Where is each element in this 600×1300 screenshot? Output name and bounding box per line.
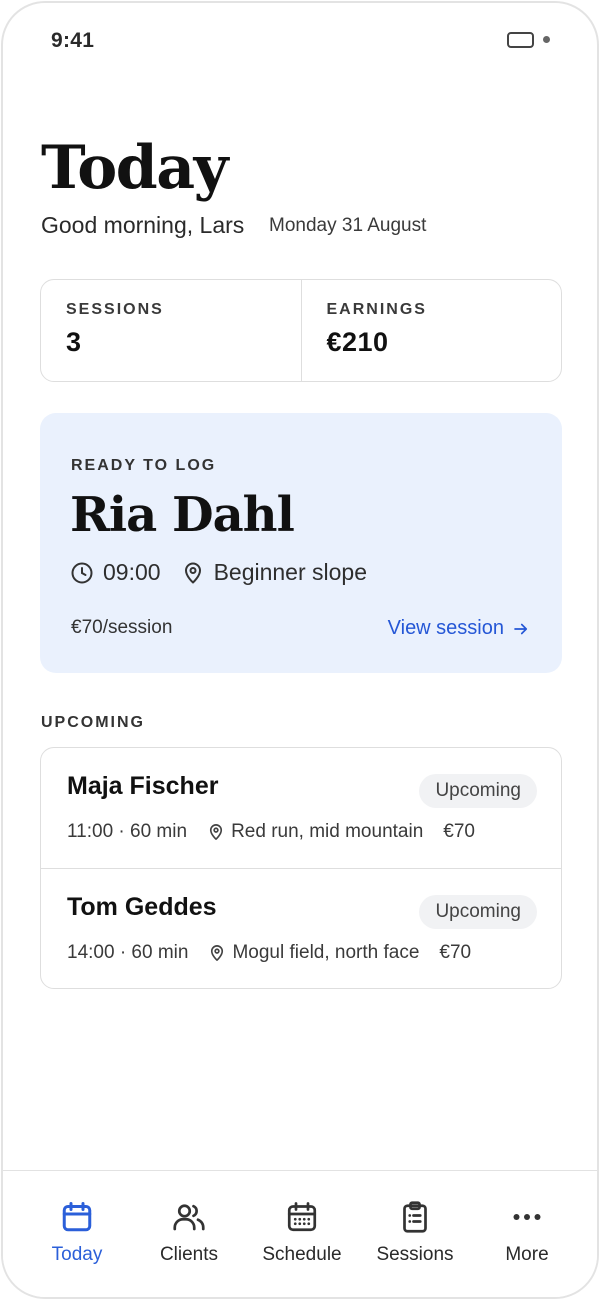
session-time: 11:00 · 60 min: [67, 821, 188, 842]
calendar-icon: [62, 1202, 92, 1232]
session-price: €70: [443, 821, 475, 842]
tab-today[interactable]: Today: [22, 1199, 132, 1266]
tab-label: Sessions: [376, 1244, 454, 1265]
ready-rate: €70/session: [71, 617, 173, 638]
battery-icon: [507, 32, 534, 48]
date-label: Monday 31 August: [269, 215, 427, 236]
client-name: Maja Fischer: [67, 772, 219, 800]
session-location: Red run, mid mountain: [231, 821, 424, 842]
stat-sessions: SESSIONS 3: [41, 280, 301, 381]
location-pin-icon: [184, 562, 201, 583]
stat-label: SESSIONS: [66, 301, 164, 318]
indicator-dot-icon: [543, 36, 550, 43]
stat-earnings: EARNINGS €210: [300, 280, 562, 381]
tab-schedule[interactable]: Schedule: [247, 1199, 357, 1266]
client-name: Tom Geddes: [67, 893, 217, 921]
list-item[interactable]: Maja Fischer Upcoming 11:00 · 60 min Red…: [41, 748, 561, 868]
phone-frame: 9:41 Today Good morning, Lars Monday 31 …: [1, 1, 599, 1299]
tab-label: Clients: [159, 1244, 219, 1265]
ready-client-name: Ria Dahl: [70, 487, 295, 543]
ready-meta: 09:00 Beginner slope: [70, 559, 367, 586]
calendar-grid-icon: [287, 1202, 317, 1232]
list-item[interactable]: Tom Geddes Upcoming 14:00 · 60 min Mogul…: [41, 868, 561, 988]
upcoming-list: Maja Fischer Upcoming 11:00 · 60 min Red…: [40, 747, 562, 989]
tab-clients[interactable]: Clients: [134, 1199, 244, 1266]
tab-label: Schedule: [262, 1244, 342, 1265]
stat-label: EARNINGS: [326, 301, 427, 318]
ready-location: Beginner slope: [213, 559, 368, 585]
ready-to-log-card[interactable]: READY TO LOG Ria Dahl 09:00 Beginner slo…: [40, 413, 562, 673]
view-session-label: View session: [387, 617, 504, 639]
tab-label: Today: [51, 1244, 103, 1265]
users-icon: [173, 1204, 205, 1231]
ready-time: 09:00: [103, 559, 161, 585]
status-badge: Upcoming: [419, 895, 537, 929]
status-badge: Upcoming: [419, 774, 537, 808]
stat-value: 3: [66, 327, 82, 357]
tab-more[interactable]: More: [472, 1199, 582, 1266]
session-price: €70: [439, 942, 472, 963]
session-time: 14:00 · 60 min: [67, 942, 189, 963]
stat-value: €210: [326, 327, 389, 357]
clipboard-icon: [403, 1201, 427, 1233]
arrow-right-icon: [514, 623, 528, 634]
session-location: Mogul field, north face: [232, 942, 420, 963]
session-meta: 14:00 · 60 min Mogul field, north face €…: [67, 942, 471, 964]
more-icon: [513, 1214, 541, 1220]
session-meta: 11:00 · 60 min Red run, mid mountain €70: [67, 821, 475, 843]
status-bar: 9:41: [3, 3, 597, 83]
tab-label: More: [505, 1244, 549, 1265]
view-session-link[interactable]: View session: [388, 617, 530, 640]
status-time: 9:41: [51, 29, 95, 52]
location-pin-icon: [209, 824, 223, 840]
page-title: Today: [41, 133, 228, 203]
upcoming-section-label: UPCOMING: [41, 714, 145, 731]
clock-icon: [71, 562, 93, 583]
tab-bar: Today Clients Schedule Sessions More: [3, 1170, 597, 1297]
ready-eyebrow: READY TO LOG: [71, 457, 217, 474]
stats-card: SESSIONS 3 EARNINGS €210: [40, 279, 562, 382]
tab-sessions[interactable]: Sessions: [360, 1199, 470, 1266]
greeting: Good morning, Lars: [41, 212, 245, 238]
location-pin-icon: [211, 945, 224, 961]
